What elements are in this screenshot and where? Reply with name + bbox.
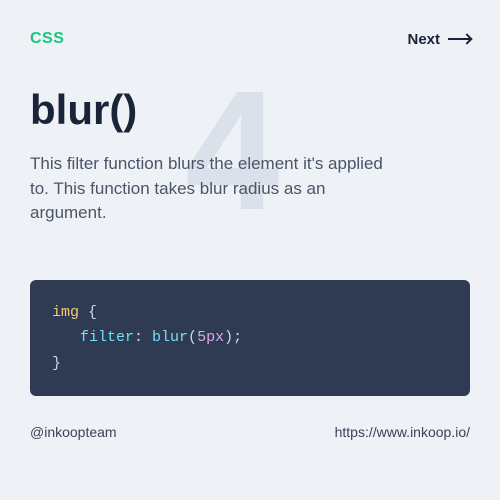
next-button[interactable]: Next [407, 31, 470, 48]
code-line-2: filter: blur(5px); [52, 325, 448, 351]
description: This filter function blurs the element i… [30, 152, 400, 226]
footer: @inkoopteam https://www.inkoop.io/ [30, 424, 470, 440]
social-handle: @inkoopteam [30, 424, 117, 440]
code-line-3: } [52, 351, 448, 377]
category-badge: CSS [30, 30, 64, 48]
code-function: blur [152, 329, 188, 346]
code-block: img { filter: blur(5px); } [30, 280, 470, 397]
website-url: https://www.inkoop.io/ [335, 424, 470, 440]
page-title: blur() [30, 86, 470, 134]
code-value: 5px [197, 329, 224, 346]
main-content: 4 blur() This filter function blurs the … [30, 86, 470, 396]
next-label: Next [407, 31, 440, 48]
code-brace-open: { [88, 304, 97, 321]
code-selector: img [52, 304, 79, 321]
code-line-1: img { [52, 300, 448, 326]
code-property: filter [80, 329, 134, 346]
arrow-right-icon [448, 38, 470, 40]
code-brace-close: } [52, 355, 61, 372]
header: CSS Next [30, 30, 470, 48]
